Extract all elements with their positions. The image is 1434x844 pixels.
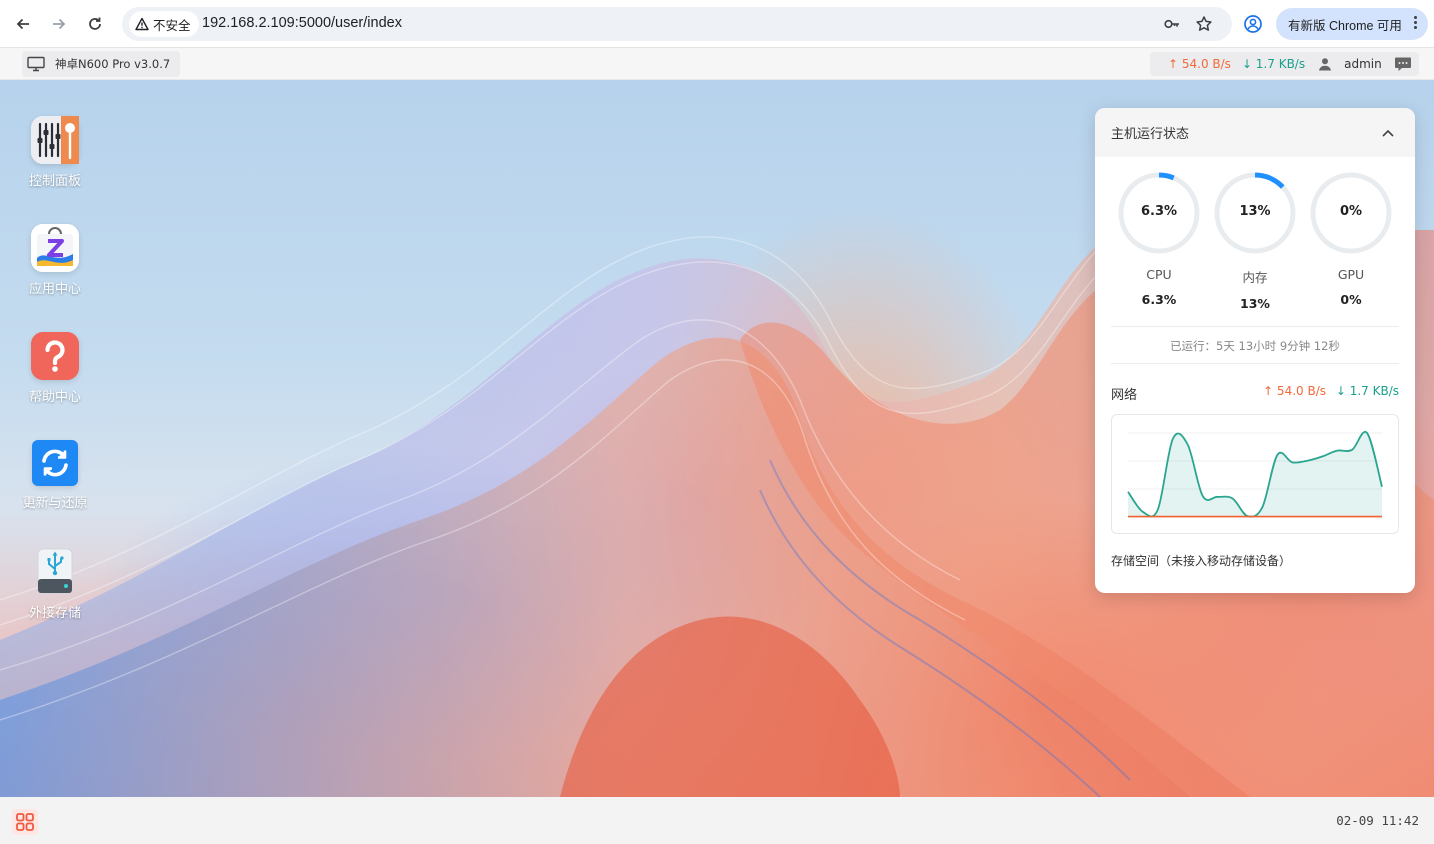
desktop-icon-app-center[interactable]: 应用中心 [14,224,96,297]
forward-arrow-icon [53,18,66,30]
desktop-icon-external-storage[interactable]: 外接存储 [14,548,96,621]
gpu-percent: 0% [1340,292,1362,307]
warning-icon [135,17,149,31]
profile-icon [1244,15,1262,33]
app-center-icon [31,224,79,272]
memory-percent: 13% [1240,296,1270,311]
desktop-icon-help-center[interactable]: 帮助中心 [14,332,96,405]
divider [1111,363,1399,364]
header-upload-speed: ↑ 54.0 B/s [1168,57,1231,71]
external-storage-icon [31,548,79,596]
forward-button[interactable] [46,11,72,37]
panel-title: 主机运行状态 [1111,127,1190,142]
message-icon[interactable] [1394,56,1412,72]
uptime-text: 已运行：5天 13小时 9分钟 12秒 [1170,339,1340,353]
network-download-speed: ↓ 1.7 KB/s [1335,384,1399,398]
gpu-value: 0% [1339,204,1363,219]
host-status-panel: 主机运行状态 6.3% CPU 6.3% 13% 内存 13% 0% GPU 0… [1095,108,1415,593]
storage-label: 存储空间（未接入移动存储设备） [1111,554,1292,568]
back-arrow-icon [16,18,29,30]
header-download-speed: ↓ 1.7 KB/s [1241,57,1306,71]
reload-button[interactable] [82,11,108,37]
bookmark-star-icon[interactable] [1194,14,1214,34]
app-header: 神卓N600 Pro v3.0.7 ↑ 54.0 B/s ↓ 1.7 KB/s … [0,48,1434,80]
memory-gauge: 13% 内存 13% [1213,171,1297,311]
start-menu-button[interactable] [12,809,38,835]
cpu-percent: 6.3% [1141,292,1177,307]
taskbar: 02-09 11:42 [0,797,1434,844]
browser-toolbar: 不安全 192.168.2.109:5000/user/index 有新版 Ch… [0,0,1434,48]
memory-value: 13% [1239,204,1271,219]
desktop-icon-label: 应用中心 [28,282,81,297]
network-label: 网络 [1111,388,1138,403]
memory-label: 内存 [1242,270,1268,285]
reload-icon [89,17,101,30]
desktop-icon-update-restore[interactable]: 更新与还原 [14,440,96,511]
back-button[interactable] [10,11,36,37]
desktop-icon-label: 控制面板 [28,174,81,189]
usage-gauges: 6.3% CPU 6.3% 13% 内存 13% 0% GPU 0% [1095,157,1415,317]
gpu-label: GPU [1337,267,1365,282]
network-speeds: ↑ 54.0 B/s ↓ 1.7 KB/s [1263,384,1399,398]
cpu-gauge: 6.3% CPU 6.3% [1117,171,1201,307]
desktop-icon-label: 帮助中心 [28,390,81,405]
chrome-update-button[interactable]: 有新版 Chrome 可用 [1276,8,1428,40]
security-label: 不安全 [153,17,191,33]
network-chart [1111,414,1399,534]
cpu-label: CPU [1146,267,1172,282]
divider [1111,326,1399,327]
update-restore-icon [32,440,78,486]
gpu-gauge: 0% GPU 0% [1309,171,1393,307]
help-center-icon [31,332,79,380]
password-key-icon[interactable] [1162,14,1182,34]
security-chip[interactable]: 不安全 [129,11,199,37]
cpu-value: 6.3% [1140,204,1178,219]
kebab-menu-icon[interactable] [1414,16,1418,29]
network-chart-svg [1127,430,1383,518]
user-icon [1319,58,1332,71]
device-name: 神卓N600 Pro v3.0.7 [55,57,171,71]
taskbar-clock: 02-09 11:42 [1336,813,1419,828]
url-text[interactable]: 192.168.2.109:5000/user/index [202,15,402,31]
panel-header: 主机运行状态 [1095,108,1415,157]
monitor-icon [27,56,45,72]
grid-apps-icon [16,813,34,831]
network-upload-speed: ↑ 54.0 B/s [1263,384,1326,398]
desktop-icon-label: 更新与还原 [22,496,88,511]
control-panel-icon [31,116,79,164]
chrome-update-label: 有新版 Chrome 可用 [1288,18,1402,33]
profile-button[interactable] [1240,11,1266,37]
address-bar[interactable]: 不安全 192.168.2.109:5000/user/index [122,7,1232,41]
desktop-icon-control-panel[interactable]: 控制面板 [14,116,96,189]
username[interactable]: admin [1344,57,1382,71]
device-info-button[interactable]: 神卓N600 Pro v3.0.7 [22,51,181,77]
header-status-area: ↑ 54.0 B/s ↓ 1.7 KB/s admin [1150,52,1419,76]
desktop-icon-label: 外接存储 [28,606,81,621]
chevron-up-icon[interactable] [1381,126,1395,140]
